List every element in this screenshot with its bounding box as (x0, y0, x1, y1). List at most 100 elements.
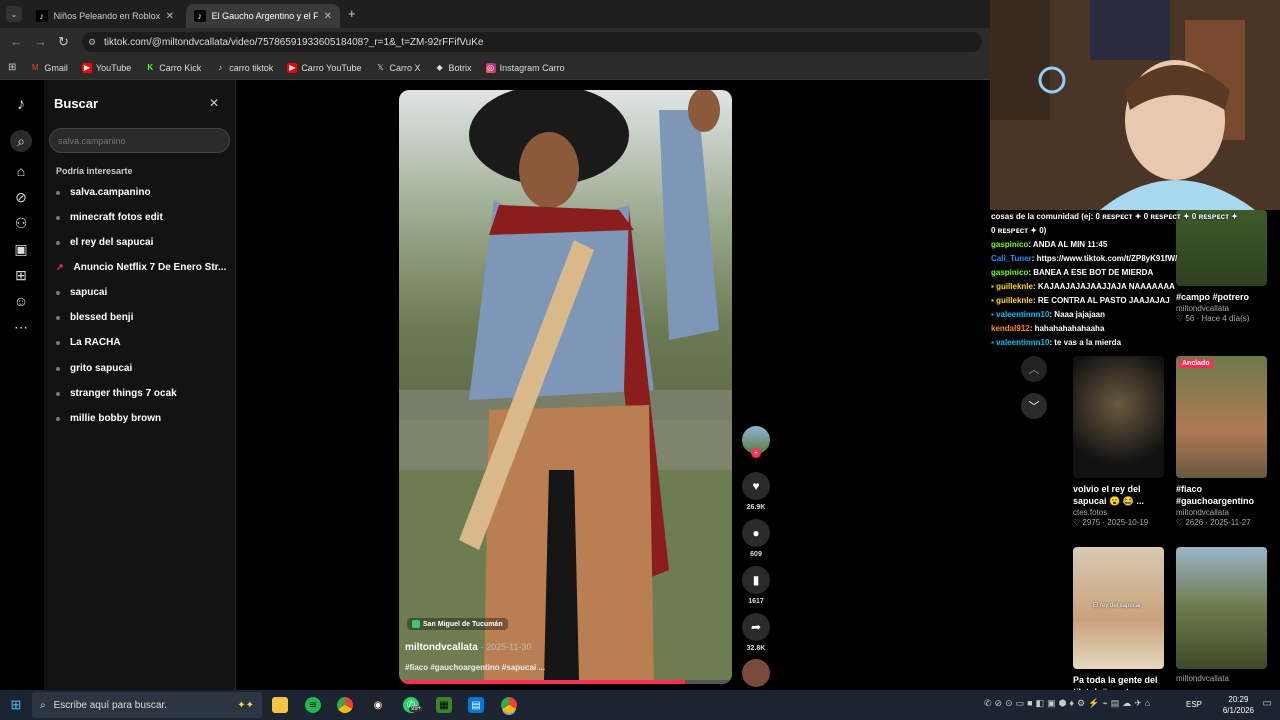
chat-message: 0 ʀᴇsᴘᴇᴄᴛ ✦ 0) (991, 224, 1280, 238)
profile-icon[interactable]: ☺ (12, 292, 30, 310)
card-user[interactable]: ctes.fotos (1073, 508, 1164, 517)
bookmark-gmail[interactable]: M Gmail (30, 63, 68, 73)
suggestion-item[interactable]: millie bobby brown (56, 413, 231, 424)
chat-text: : KAJAAJAJAJAAJJAJA NAAAAAAA (1032, 282, 1175, 291)
chat-message: ▪ guilleknle: KAJAAJAJAJAAJJAJA NAAAAAAA (991, 280, 1280, 294)
notification-badge: 99+ (409, 706, 424, 712)
location-badge[interactable]: San Miguel de Tucumán (407, 618, 508, 630)
chrome-icon[interactable] (337, 697, 353, 713)
suggestion-item[interactable]: sapucai (56, 287, 231, 298)
creator-avatar[interactable]: + (742, 426, 770, 458)
windows-start-icon[interactable]: ⊞ (8, 697, 24, 713)
bookmark-instagram[interactable]: ◎ Instagram Carro (485, 62, 565, 73)
grid-video-card[interactable]: Anclado #fiaco #gauchoargentino miltondv… (1176, 356, 1267, 527)
suggestion-item[interactable]: blessed benji (56, 312, 231, 323)
bookmark-label: Carro YouTube (301, 62, 362, 73)
like-count: 26.9K (746, 504, 766, 511)
chrome-active-icon[interactable] (501, 697, 517, 713)
back-arrow-icon[interactable]: ← (10, 34, 23, 49)
card-user[interactable]: miltondvcallata (1176, 674, 1267, 683)
suggestion-item[interactable]: grito sapucai (56, 363, 231, 374)
like-button[interactable]: ♥ 26.9K (742, 472, 770, 511)
clock-date: 6/1/2026 (1222, 706, 1254, 715)
explore-icon[interactable]: ⊘ (12, 188, 30, 206)
suggestion-item[interactable]: el rey del sapucai (56, 237, 231, 248)
apps-grid-icon[interactable]: ⊞ (8, 62, 16, 73)
card-meta: ♡ 2626 · 2025-11-27 (1176, 518, 1251, 527)
chat-message: gaspinico: ANDA AL MIN 11:45 (991, 238, 1280, 252)
close-icon[interactable]: ✕ (209, 96, 219, 110)
follow-plus-icon[interactable]: + (751, 448, 761, 458)
suggestion-label: el rey del sapucai (70, 237, 154, 248)
live-icon[interactable]: ▣ (12, 240, 30, 258)
chat-message: ▪ guilleknle: RE CONTRA AL PASTO JAAJAJA… (991, 294, 1280, 308)
taskbar-search[interactable]: ⌕ Escribe aquí para buscar. ✦✦ (32, 692, 262, 718)
tab-search-button[interactable]: ⌄ (6, 6, 22, 22)
close-icon[interactable]: ✕ (166, 11, 174, 22)
suggestion-item[interactable]: La RACHA (56, 337, 231, 348)
spotify-icon[interactable]: ≋ (305, 697, 321, 713)
notifications-icon[interactable]: ▭ (1263, 698, 1272, 709)
video-date: · 2025-11-30 (480, 642, 532, 652)
system-tray-icons[interactable]: ✆⊘⊙▭■◧▣⬢♦⚙⚡⌁▤☁✈⌂ (984, 698, 1153, 709)
system-clock[interactable]: 20:29 6/1/2026 (1223, 694, 1254, 716)
video-thumbnail (1176, 547, 1267, 669)
grid-video-card[interactable]: miltondvcallata (1176, 547, 1267, 683)
minecraft-icon[interactable]: ▦ (436, 697, 452, 713)
comment-button[interactable]: ● 609 (742, 519, 770, 558)
suggestion-label: Anuncio Netflix 7 De Enero Str... (73, 262, 227, 273)
address-bar[interactable]: ⚙ tiktok.com/@miltondvcallata/video/7578… (82, 32, 982, 52)
upload-icon[interactable]: ⊞ (12, 266, 30, 284)
bookmark-carro-kick[interactable]: K Carro Kick (145, 63, 201, 73)
music-disc[interactable] (742, 659, 770, 687)
search-input[interactable] (49, 128, 230, 153)
video-author[interactable]: miltondvcallata (405, 642, 478, 653)
following-icon[interactable]: ⚇ (12, 214, 30, 232)
suggestion-label: blessed benji (70, 312, 134, 323)
bookmark-label: Gmail (44, 62, 68, 73)
video-player[interactable]: San Miguel de Tucumán miltondvcallata · … (399, 90, 732, 684)
obs-icon[interactable]: ◉ (370, 697, 386, 713)
scroll-up-button[interactable]: ︿ (1021, 356, 1047, 382)
bookmark-carro-x[interactable]: 𝕏 Carro X (376, 63, 420, 73)
share-button[interactable]: ➦ 32.8K (742, 613, 770, 652)
home-icon[interactable]: ⌂ (12, 162, 30, 180)
grid-video-card[interactable]: El rey del sapucai Pa toda la gente del … (1073, 547, 1164, 698)
scroll-down-button[interactable]: ﹀ (1021, 393, 1047, 419)
new-tab-button[interactable]: + (348, 6, 356, 21)
suggestion-item[interactable]: ↗ Anuncio Netflix 7 De Enero Str... (56, 262, 231, 273)
bookmark-youtube[interactable]: ▶ YouTube (81, 62, 131, 73)
suggestion-item[interactable]: minecraft fotos edit (56, 212, 231, 223)
chat-message: ▪ valeentinnn10: Naaa jajajaan (991, 308, 1280, 322)
close-icon[interactable]: ✕ (324, 11, 332, 22)
bookmark-label: Carro Kick (159, 62, 202, 73)
tab-1[interactable]: ♪ El Gaucho Argentino y el Folkló ✕ (186, 4, 340, 28)
site-settings-icon[interactable]: ⚙ (88, 37, 96, 48)
suggestion-item[interactable]: stranger things 7 ocak (56, 388, 231, 399)
reload-icon[interactable]: ↻ (58, 34, 69, 50)
file-explorer-icon[interactable] (272, 697, 288, 713)
forward-arrow-icon[interactable]: → (34, 34, 47, 49)
trending-icon: ↗ (56, 262, 64, 272)
tab-0[interactable]: ♪ Niños Peleando en Roblox: Mo ✕ (28, 4, 182, 28)
save-button[interactable]: ▮ 1617 (742, 566, 770, 605)
store-icon[interactable]: ▤ (468, 697, 484, 713)
bookmark-carro-youtube[interactable]: ▶ Carro YouTube (287, 62, 362, 73)
bullet-icon (56, 340, 60, 345)
more-icon[interactable]: ⋯ (12, 318, 30, 336)
suggestions-heading: Podría interesarte (56, 166, 133, 176)
card-user[interactable]: miltondvcallata (1176, 508, 1267, 517)
input-language[interactable]: ESP (1186, 700, 1202, 709)
video-progress-bar[interactable] (399, 680, 732, 684)
tiktok-icon: ♪ (36, 10, 48, 22)
bookmark-botrix[interactable]: ◆ Botrix (435, 63, 471, 73)
tiktok-logo-icon[interactable]: ♪ (12, 96, 30, 114)
search-icon[interactable]: ⌕ (10, 130, 32, 152)
video-thumbnail (1073, 356, 1164, 478)
bookmark-carro-tiktok[interactable]: ♪ carro tiktok (215, 63, 273, 73)
suggestion-item[interactable]: salva.campanino (56, 187, 231, 198)
chat-text: : Naaa jajajaan (1049, 310, 1106, 319)
grid-video-card[interactable]: volvio el rey del sapucai 😮 😂 ... ctes.f… (1073, 356, 1164, 527)
video-caption[interactable]: #fiaco #gauchoargentino #sapucai ... (405, 663, 545, 672)
url-text: tiktok.com/@miltondvcallata/video/757865… (104, 36, 484, 48)
